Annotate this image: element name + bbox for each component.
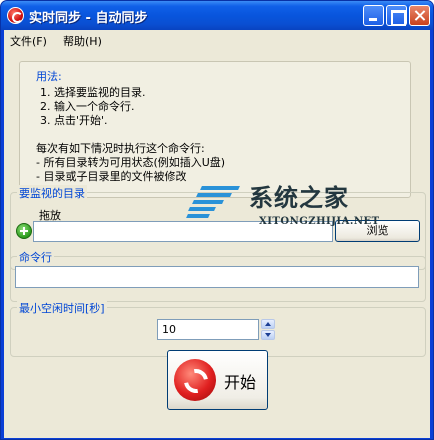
start-label: 开始: [224, 373, 257, 392]
start-button[interactable]: 开始: [167, 350, 268, 410]
app-window: 实时同步 - 自动同步 文件(F) 帮助(H) 用法: 1. 选择要监视的目录.…: [0, 0, 434, 440]
sync-icon: [7, 7, 24, 24]
menu-file[interactable]: 文件(F): [10, 33, 47, 49]
maximize-button[interactable]: [386, 5, 407, 26]
client-area: 文件(F) 帮助(H) 用法: 1. 选择要监视的目录. 2. 输入一个命令行.…: [4, 30, 430, 438]
command-input[interactable]: [15, 266, 419, 288]
close-button[interactable]: [409, 5, 430, 26]
window-title: 实时同步 - 自动同步: [29, 11, 148, 26]
watermark-subtext: XITONGZHIJIA.NET: [259, 216, 380, 227]
usage-step: 3. 点击'开始'.: [40, 114, 108, 127]
spin-up-icon[interactable]: [261, 319, 275, 329]
watermark-stripes-icon: [186, 186, 243, 220]
idle-time-label: 最小空闲时间[秒]: [17, 300, 107, 316]
minimize-button[interactable]: [363, 5, 384, 26]
idle-time-spinner: [261, 319, 275, 340]
watermark-text: 系统之家: [249, 184, 349, 212]
watch-dir-label: 要监视的目录: [17, 185, 87, 201]
menu-bar: 文件(F) 帮助(H): [4, 30, 430, 49]
watermark-logo: 系统之家 XITONGZHIJIA.NET: [186, 176, 387, 236]
menu-help[interactable]: 帮助(H): [63, 33, 102, 49]
idle-time-input[interactable]: 10: [157, 319, 259, 340]
command-label: 命令行: [17, 249, 54, 265]
usage-condition: - 目录或子目录里的文件被修改: [36, 170, 187, 183]
spin-down-icon[interactable]: [261, 330, 275, 340]
plus-icon[interactable]: [16, 223, 32, 239]
refresh-arrows-icon: [174, 359, 216, 401]
title-bar[interactable]: 实时同步 - 自动同步: [1, 1, 433, 30]
usage-title: 用法:: [36, 70, 62, 83]
